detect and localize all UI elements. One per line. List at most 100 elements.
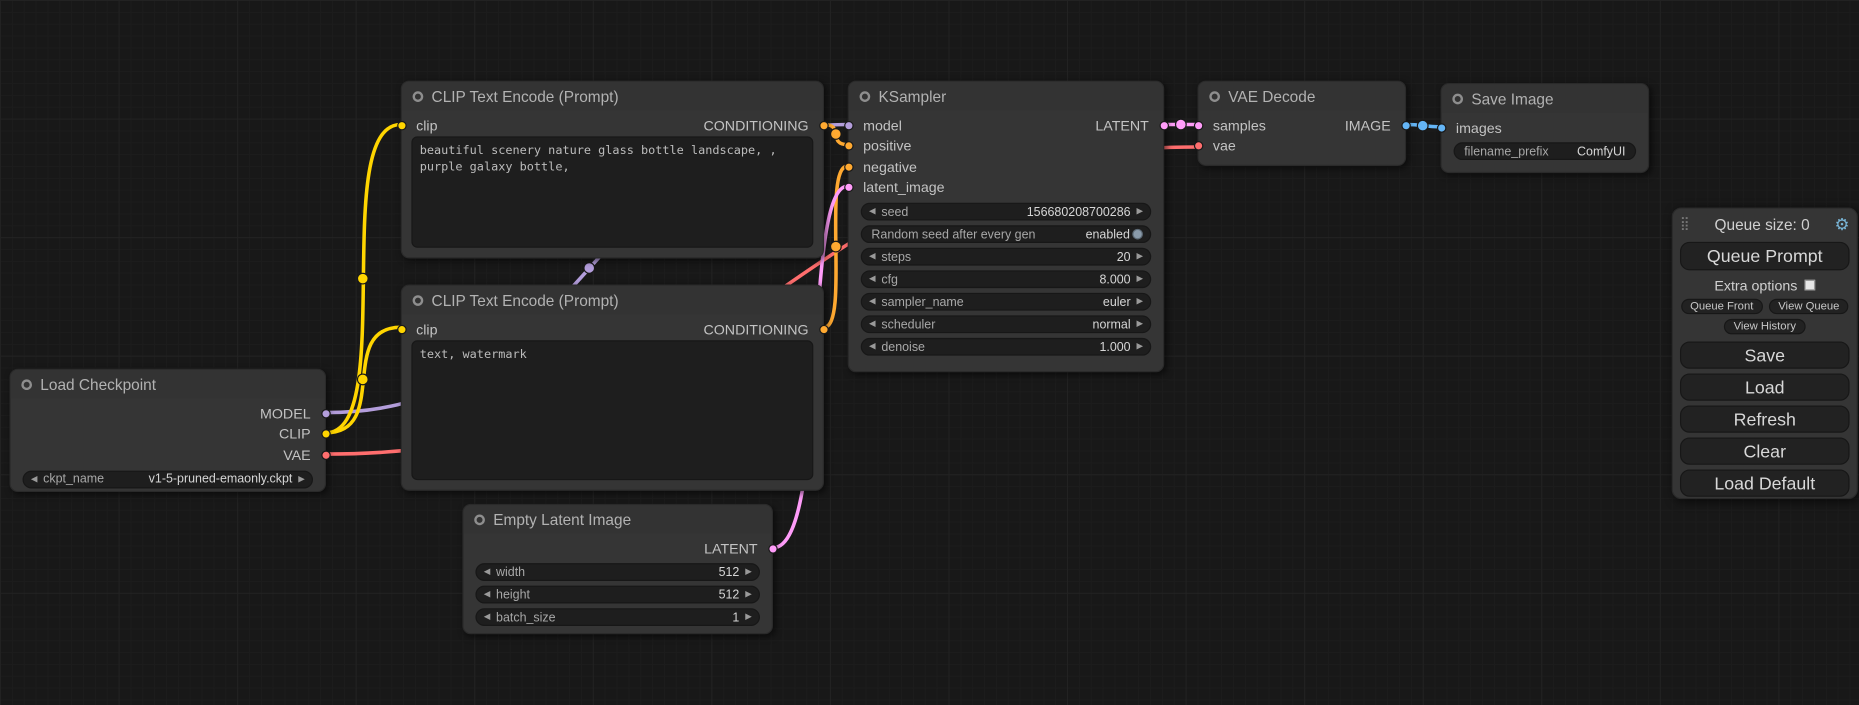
widget-ckpt-name[interactable]: ◀ ckpt_name v1-5-pruned-emaonly.ckpt ▶ [23, 470, 313, 488]
node-title-bar[interactable]: VAE Decode [1199, 82, 1405, 110]
decrement-arrow-icon[interactable]: ◀ [31, 475, 37, 483]
latent-output-port[interactable] [1159, 121, 1168, 130]
settings-gear-icon[interactable]: ⚙ [1835, 216, 1850, 233]
save-button[interactable]: Save [1680, 341, 1850, 368]
node-title-bar[interactable]: CLIP Text Encode (Prompt) [402, 286, 823, 314]
decrement-arrow-icon[interactable]: ◀ [484, 613, 490, 621]
increment-arrow-icon[interactable]: ▶ [1137, 343, 1143, 351]
collapse-dot-icon[interactable] [1452, 93, 1463, 104]
port-label: CONDITIONING [703, 321, 808, 338]
widget-batch-size[interactable]: ◀ batch_size 1 ▶ [475, 608, 760, 626]
clear-button[interactable]: Clear [1680, 437, 1850, 464]
vae-input-port[interactable] [1193, 140, 1202, 149]
port-label: samples [1213, 117, 1266, 134]
increment-arrow-icon[interactable]: ▶ [1137, 253, 1143, 261]
widget-steps[interactable]: ◀ steps 20 ▶ [861, 248, 1151, 266]
node-title-bar[interactable]: KSampler [849, 82, 1163, 110]
node-ksampler[interactable]: KSampler model LATENT positive negative … [848, 81, 1165, 373]
increment-arrow-icon[interactable]: ▶ [298, 475, 304, 483]
collapse-dot-icon[interactable] [21, 379, 32, 390]
widget-sampler-name[interactable]: ◀ sampler_name euler ▶ [861, 293, 1151, 311]
node-save-image[interactable]: Save Image images filename_prefix ComfyU… [1441, 83, 1650, 173]
increment-arrow-icon[interactable]: ▶ [1137, 275, 1143, 283]
collapse-dot-icon[interactable] [413, 91, 424, 102]
decrement-arrow-icon[interactable]: ◀ [484, 590, 490, 598]
node-title-bar[interactable]: Empty Latent Image [464, 505, 772, 533]
decrement-arrow-icon[interactable]: ◀ [869, 207, 875, 215]
model-input-port[interactable] [844, 121, 853, 130]
port-label: latent_image [863, 179, 944, 196]
images-input-port[interactable] [1436, 123, 1445, 132]
increment-arrow-icon[interactable]: ▶ [1137, 320, 1143, 328]
decrement-arrow-icon[interactable]: ◀ [869, 298, 875, 306]
increment-arrow-icon[interactable]: ▶ [1137, 298, 1143, 306]
samples-input-port[interactable] [1193, 120, 1202, 129]
collapse-dot-icon[interactable] [413, 295, 424, 306]
comfy-menu-panel[interactable]: ⣿ Queue size: 0 ⚙ Queue Prompt Extra opt… [1672, 207, 1858, 499]
increment-arrow-icon[interactable]: ▶ [745, 568, 751, 576]
model-output-port[interactable] [321, 409, 330, 418]
collapse-dot-icon[interactable] [860, 91, 871, 102]
increment-arrow-icon[interactable]: ▶ [1137, 207, 1143, 215]
collapse-dot-icon[interactable] [474, 514, 485, 525]
widget-denoise[interactable]: ◀ denoise 1.000 ▶ [861, 338, 1151, 356]
negative-input-port[interactable] [844, 162, 853, 171]
prompt-textarea[interactable]: beautiful scenery nature glass bottle la… [411, 136, 813, 247]
node-load-checkpoint[interactable]: Load Checkpoint MODEL CLIP VAE ◀ ckpt_na… [9, 369, 326, 492]
widget-height[interactable]: ◀ height 512 ▶ [475, 586, 760, 604]
port-label: clip [416, 321, 437, 338]
latent-output-port[interactable] [768, 544, 777, 553]
vae-output-port[interactable] [321, 450, 330, 459]
positive-input-port[interactable] [844, 141, 853, 150]
port-label: LATENT [704, 540, 758, 557]
conditioning-output-port[interactable] [819, 325, 828, 334]
clip-input-port[interactable] [397, 121, 406, 130]
port-label: CONDITIONING [703, 117, 808, 134]
widget-label: batch_size [496, 610, 556, 624]
node-clip-text-encode-negative[interactable]: CLIP Text Encode (Prompt) clip CONDITION… [401, 285, 824, 491]
queue-front-button[interactable]: Queue Front [1681, 299, 1763, 314]
port-label: clip [416, 117, 437, 134]
increment-arrow-icon[interactable]: ▶ [745, 613, 751, 621]
prompt-textarea[interactable]: text, watermark [411, 340, 813, 480]
widget-random-seed-toggle[interactable]: Random seed after every gen enabled [861, 225, 1151, 243]
decrement-arrow-icon[interactable]: ◀ [869, 320, 875, 328]
decrement-arrow-icon[interactable]: ◀ [869, 343, 875, 351]
clip-output-port[interactable] [321, 429, 330, 438]
toggle-icon[interactable] [1132, 229, 1143, 240]
widget-width[interactable]: ◀ width 512 ▶ [475, 563, 760, 581]
decrement-arrow-icon[interactable]: ◀ [869, 275, 875, 283]
load-button[interactable]: Load [1680, 373, 1850, 400]
load-default-button[interactable]: Load Default [1680, 469, 1850, 496]
view-history-button[interactable]: View History [1724, 319, 1805, 334]
node-empty-latent-image[interactable]: Empty Latent Image LATENT ◀ width 512 ▶ … [462, 504, 773, 634]
image-output-port[interactable] [1401, 120, 1410, 129]
clip-input-port[interactable] [397, 325, 406, 334]
node-title-bar[interactable]: CLIP Text Encode (Prompt) [402, 82, 823, 110]
node-title-bar[interactable]: Save Image [1442, 84, 1648, 112]
latent-image-input-port[interactable] [844, 183, 853, 192]
node-title: KSampler [879, 87, 947, 105]
refresh-button[interactable]: Refresh [1680, 405, 1850, 432]
widget-seed[interactable]: ◀ seed 156680208700286 ▶ [861, 203, 1151, 221]
wire-midpoint-model [584, 263, 595, 274]
widget-label: steps [881, 250, 911, 264]
queue-prompt-button[interactable]: Queue Prompt [1680, 242, 1850, 270]
widget-scheduler[interactable]: ◀ scheduler normal ▶ [861, 315, 1151, 333]
increment-arrow-icon[interactable]: ▶ [745, 590, 751, 598]
node-clip-text-encode-positive[interactable]: CLIP Text Encode (Prompt) clip CONDITION… [401, 81, 824, 259]
decrement-arrow-icon[interactable]: ◀ [484, 568, 490, 576]
collapse-dot-icon[interactable] [1209, 91, 1220, 102]
conditioning-output-port[interactable] [819, 121, 828, 130]
port-label: CLIP [279, 426, 311, 443]
node-title-bar[interactable]: Load Checkpoint [11, 370, 325, 398]
drag-handle-icon[interactable]: ⣿ [1680, 218, 1690, 231]
extra-options-checkbox[interactable] [1805, 280, 1816, 291]
widget-cfg[interactable]: ◀ cfg 8.000 ▶ [861, 270, 1151, 288]
view-queue-button[interactable]: View Queue [1769, 299, 1849, 314]
decrement-arrow-icon[interactable]: ◀ [869, 253, 875, 261]
widget-value: 20 [1117, 250, 1131, 264]
widget-filename-prefix[interactable]: filename_prefix ComfyUI [1454, 142, 1637, 160]
node-vae-decode[interactable]: VAE Decode samples IMAGE vae [1197, 81, 1406, 166]
node-graph-canvas[interactable]: Load Checkpoint MODEL CLIP VAE ◀ ckpt_na… [0, 0, 1859, 705]
